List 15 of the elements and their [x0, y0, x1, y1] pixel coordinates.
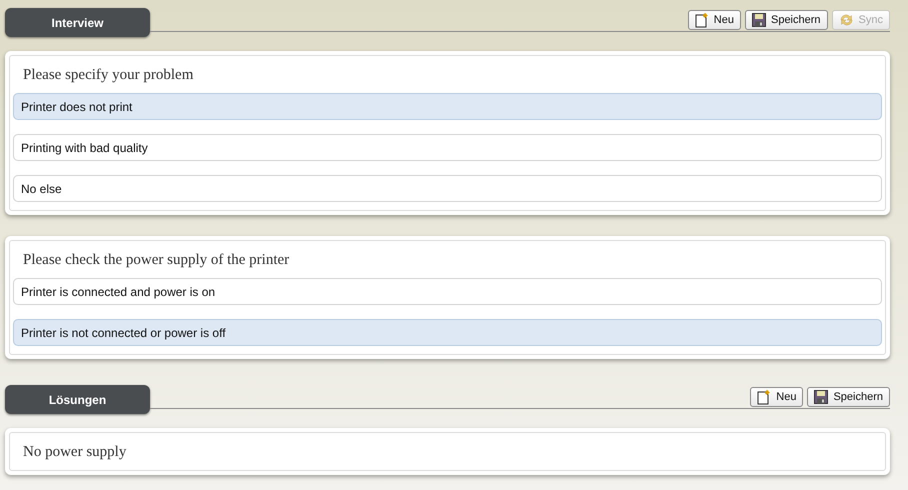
answer-option[interactable]: Printer is not connected or power is off	[13, 319, 882, 346]
sync-arrows-icon	[838, 13, 854, 27]
answer-option[interactable]: Printer is connected and power is on	[13, 278, 882, 305]
card-title: No power supply	[23, 443, 128, 462]
answer-option[interactable]: Printer does not print	[13, 93, 882, 120]
card-title: Please specify your problem	[23, 66, 194, 85]
new-document-icon	[694, 12, 709, 28]
new-button[interactable]: Neu	[688, 10, 741, 30]
answer-option[interactable]: No else	[13, 175, 882, 202]
save-button[interactable]: Speichern	[807, 387, 890, 407]
card-title: Please check the power supply of the printer	[23, 251, 290, 270]
save-button[interactable]: Speichern	[744, 10, 828, 30]
new-document-icon	[757, 390, 772, 404]
answer-option[interactable]: Printing with bad quality	[13, 134, 882, 161]
new-button[interactable]: Neu	[750, 387, 804, 407]
